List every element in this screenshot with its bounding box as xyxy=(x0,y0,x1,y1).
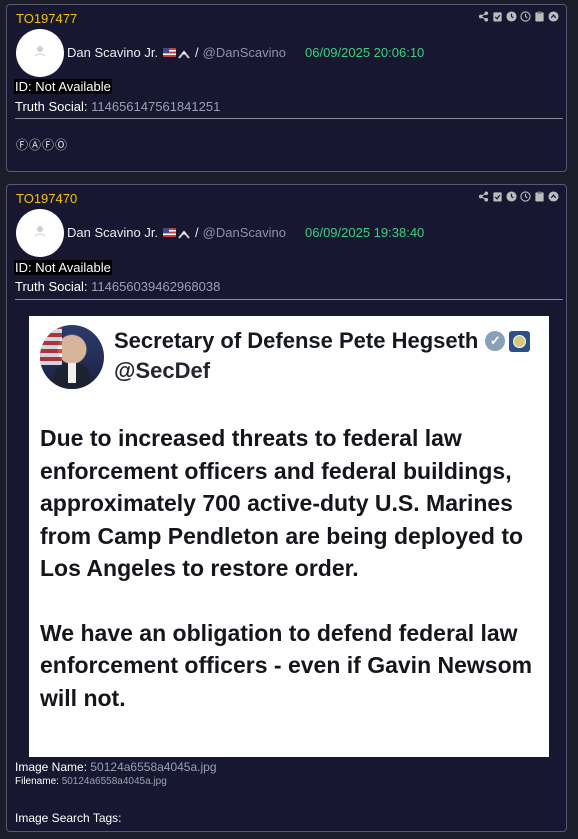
share-icon[interactable] xyxy=(478,11,489,22)
avatar[interactable] xyxy=(16,209,64,257)
clipboard-icon[interactable] xyxy=(534,11,545,22)
eagle-icon xyxy=(178,228,190,239)
id-label: ID: Not Available xyxy=(14,79,112,94)
clock-filled-icon[interactable] xyxy=(506,11,517,22)
tweet-handle: @SecDef xyxy=(114,358,211,383)
post-date: 06/09/2025 19:38:40 xyxy=(305,225,425,240)
author-separator: / xyxy=(195,45,199,60)
eagle-icon xyxy=(178,48,190,59)
id-label: ID: Not Available xyxy=(14,260,112,275)
clock-outline-icon[interactable] xyxy=(520,191,531,202)
truth-social-label: Truth Social: xyxy=(15,99,88,114)
image-name-label: Image Name: xyxy=(15,760,88,774)
dod-seal-icon xyxy=(509,330,531,352)
post-card: TO197477 Dan Scavino Jr. / @DanScavino 0… xyxy=(6,4,567,172)
divider xyxy=(15,299,563,300)
post-actions xyxy=(478,191,559,202)
tweet-author-name: Secretary of Defense Pete Hegseth ✓ xyxy=(114,328,531,354)
us-flag-icon xyxy=(163,48,177,57)
clock-outline-icon[interactable] xyxy=(520,11,531,22)
tweet-paragraph: We have an obligation to defend federal … xyxy=(40,619,533,711)
post-id[interactable]: TO197477 xyxy=(16,11,77,26)
author-separator: / xyxy=(195,225,199,240)
tweet-paragraph: Due to increased threats to federal law … xyxy=(40,425,524,581)
post-image[interactable]: Secretary of Defense Pete Hegseth ✓ @Sec… xyxy=(29,316,549,757)
image-search-tags: Image Search Tags: xyxy=(15,811,122,825)
truth-social-line: Truth Social: 114656147561841251 xyxy=(15,99,220,114)
filename-line: Filename: 50124a6558a4045a.jpg xyxy=(15,776,167,787)
author-line: Dan Scavino Jr. / @DanScavino xyxy=(67,45,286,60)
tweet-text: Due to increased threats to federal law … xyxy=(40,422,540,714)
post-card: TO197470 Dan Scavino Jr. / @DanScavino 0… xyxy=(6,184,567,832)
tweet-author-label: Secretary of Defense Pete Hegseth xyxy=(114,328,479,353)
verified-badge-icon: ✓ xyxy=(485,331,506,351)
clipboard-check-icon[interactable] xyxy=(492,191,503,202)
us-flag-icon xyxy=(163,228,177,237)
clipboard-icon[interactable] xyxy=(534,191,545,202)
truth-social-label: Truth Social: xyxy=(15,279,88,294)
post-date: 06/09/2025 20:06:10 xyxy=(305,45,425,60)
clock-filled-icon[interactable] xyxy=(506,191,517,202)
truth-social-number[interactable]: 114656147561841251 xyxy=(91,99,220,114)
avatar[interactable] xyxy=(16,29,64,77)
filename-value[interactable]: 50124a6558a4045a.jpg xyxy=(62,776,167,787)
author-name[interactable]: Dan Scavino Jr. xyxy=(67,45,158,60)
chevron-up-icon[interactable] xyxy=(548,11,559,22)
secdef-avatar xyxy=(40,325,104,389)
post-actions xyxy=(478,11,559,22)
divider xyxy=(15,118,563,119)
share-icon[interactable] xyxy=(478,191,489,202)
author-line: Dan Scavino Jr. / @DanScavino xyxy=(67,225,286,240)
truth-social-number[interactable]: 114656039462968038 xyxy=(91,279,220,294)
author-handle[interactable]: @DanScavino xyxy=(203,225,286,240)
author-name[interactable]: Dan Scavino Jr. xyxy=(67,225,158,240)
post-id[interactable]: TO197470 xyxy=(16,191,77,206)
post-body: ⒻⒶⒻⓄ xyxy=(16,138,69,152)
author-handle[interactable]: @DanScavino xyxy=(203,45,286,60)
clipboard-check-icon[interactable] xyxy=(492,11,503,22)
chevron-up-icon[interactable] xyxy=(548,191,559,202)
truth-social-line: Truth Social: 114656039462968038 xyxy=(15,279,220,294)
image-name-line: Image Name: 50124a6558a4045a.jpg xyxy=(15,760,217,774)
image-name-value[interactable]: 50124a6558a4045a.jpg xyxy=(90,760,216,774)
filename-label: Filename: xyxy=(15,776,59,787)
